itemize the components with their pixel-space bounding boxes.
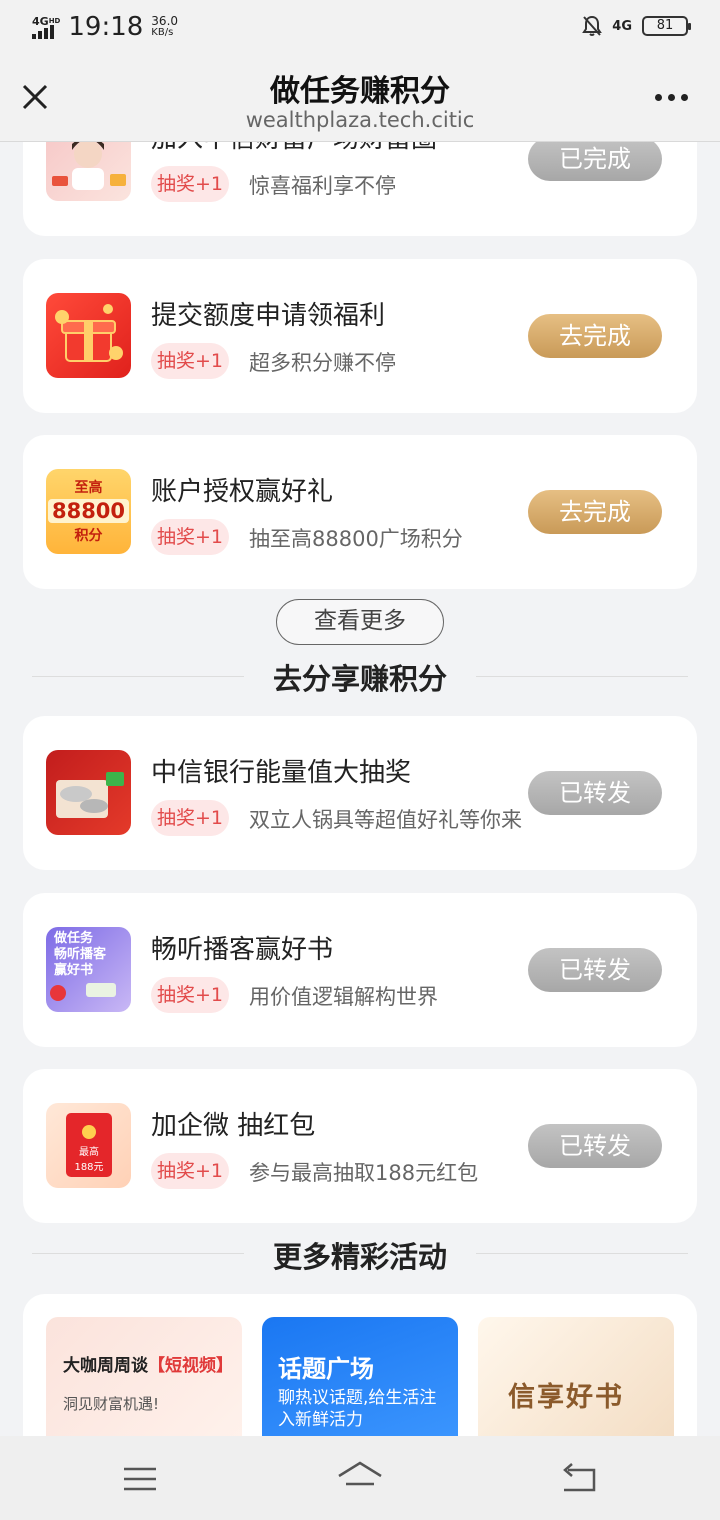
go-complete-button[interactable]: 去完成: [528, 490, 662, 534]
banner-title-highlight: 【短视频】: [148, 1356, 233, 1376]
lottery-tag: 抽奖+1: [151, 343, 229, 379]
points-badge-top: 至高: [74, 480, 103, 496]
task-card: 加入中信财富广场财富圈 抽奖+1 惊喜福利享不停 已完成: [23, 142, 697, 236]
activities-card: 大咖周周谈【短视频】 洞见财富机遇! 话题广场 聊热议话题,给生活注入新鲜活力 …: [23, 1294, 697, 1436]
forwarded-button[interactable]: 已转发: [528, 771, 662, 815]
banner-subtitle: 洞见财富机遇!: [63, 1395, 160, 1413]
share-title: 中信银行能量值大抽奖: [151, 758, 412, 788]
network-speed: 36.0 KB/s: [151, 15, 178, 39]
task-title: 账户授权赢好礼: [151, 477, 334, 507]
signal-icon: [32, 24, 54, 39]
share-desc: 用价值逻辑解构世界: [249, 985, 438, 1009]
task-title: 提交额度申请领福利: [151, 301, 386, 331]
points-badge-value: 88800: [48, 499, 129, 523]
activity-banner-books[interactable]: 信享好书: [478, 1317, 674, 1436]
share-title: 畅听播客赢好书: [151, 935, 334, 965]
lottery-tag: 抽奖+1: [151, 1153, 229, 1189]
banner-title: 话题广场: [278, 1355, 374, 1383]
red-packet-amount: 188元: [74, 1162, 104, 1173]
view-more-button[interactable]: 查看更多: [276, 599, 444, 645]
share-desc: 参与最高抽取188元红包: [249, 1161, 479, 1185]
forwarded-button[interactable]: 已转发: [528, 1124, 662, 1168]
task-content: 加入中信财富广场财富圈 抽奖+1 惊喜福利享不停 已完成 提交额度申请领福利 抽…: [0, 142, 720, 1436]
battery-icon: 81: [642, 16, 691, 36]
lottery-tag: 抽奖+1: [151, 800, 229, 836]
task-desc: 抽至高88800广场积分: [249, 527, 463, 551]
gift-box-icon: [46, 293, 131, 378]
page-url: wealthplaza.tech.citic: [245, 108, 475, 132]
battery-level: 81: [656, 18, 674, 33]
task-card: 至高 88800 积分 账户授权赢好礼 抽奖+1 抽至高88800广场积分 去完…: [23, 435, 697, 589]
cookware-icon: [46, 750, 131, 835]
network-indicator: 4GHD: [32, 16, 60, 39]
task-done-button[interactable]: 已完成: [528, 142, 662, 181]
speed-unit: KB/s: [151, 27, 174, 38]
share-card: 做任务 畅听播客 赢好书 畅听播客赢好书 抽奖+1 用价值逻辑解构世界 已转发: [23, 893, 697, 1047]
lottery-tag: 抽奖+1: [151, 519, 229, 555]
home-icon[interactable]: [336, 1460, 384, 1494]
forwarded-button[interactable]: 已转发: [528, 948, 662, 992]
wealth-circle-icon: [46, 142, 131, 201]
speed-value: 36.0: [151, 14, 179, 28]
banner-title: 大咖周周谈: [63, 1356, 148, 1376]
section-title-share: 去分享赚积分: [272, 662, 447, 696]
section-title-activities: 更多精彩活动: [272, 1240, 447, 1274]
podcast-icon: 做任务 畅听播客 赢好书: [46, 927, 131, 1012]
mute-bell-icon: [582, 15, 603, 36]
task-title: 加入中信财富广场财富圈: [151, 142, 437, 155]
share-desc: 双立人锅具等超值好礼等你来: [249, 808, 522, 832]
banner-title: 信享好书: [508, 1382, 624, 1413]
points-badge-icon: 至高 88800 积分: [46, 469, 131, 554]
back-icon[interactable]: [560, 1462, 598, 1494]
task-desc: 惊喜福利享不停: [249, 174, 396, 198]
red-packet-icon: 最高 188元: [46, 1103, 131, 1188]
status-bar: 4GHD 19:18 36.0 KB/s 4G 81: [0, 0, 720, 54]
activity-banner-topics[interactable]: 话题广场 聊热议话题,给生活注入新鲜活力: [262, 1317, 458, 1436]
webview-header: 做任务赚积分 wealthplaza.tech.citic: [0, 54, 720, 142]
banner-subtitle: 聊热议话题,给生活注入新鲜活力: [278, 1388, 437, 1430]
points-badge-bottom: 积分: [74, 528, 103, 544]
go-complete-button[interactable]: 去完成: [528, 314, 662, 358]
lottery-tag: 抽奖+1: [151, 977, 229, 1013]
activity-banner-talk[interactable]: 大咖周周谈【短视频】 洞见财富机遇!: [46, 1317, 242, 1436]
task-card: 提交额度申请领福利 抽奖+1 超多积分赚不停 去完成: [23, 259, 697, 413]
task-desc: 超多积分赚不停: [249, 351, 396, 375]
share-title: 加企微 抽红包: [151, 1111, 316, 1141]
page-title: 做任务赚积分: [270, 74, 450, 109]
clock: 19:18: [68, 12, 144, 42]
share-card: 最高 188元 加企微 抽红包 抽奖+1 参与最高抽取188元红包 已转发: [23, 1069, 697, 1223]
more-options-icon[interactable]: [655, 94, 688, 101]
lottery-tag: 抽奖+1: [151, 166, 229, 202]
red-packet-label: 最高: [79, 1147, 99, 1158]
network-hd: HD: [48, 16, 61, 25]
network-4g-icon: 4G: [612, 18, 632, 34]
share-card: 中信银行能量值大抽奖 抽奖+1 双立人锅具等超值好礼等你来 已转发: [23, 716, 697, 870]
system-nav-bar: [0, 1436, 720, 1520]
menu-icon[interactable]: [122, 1466, 158, 1492]
